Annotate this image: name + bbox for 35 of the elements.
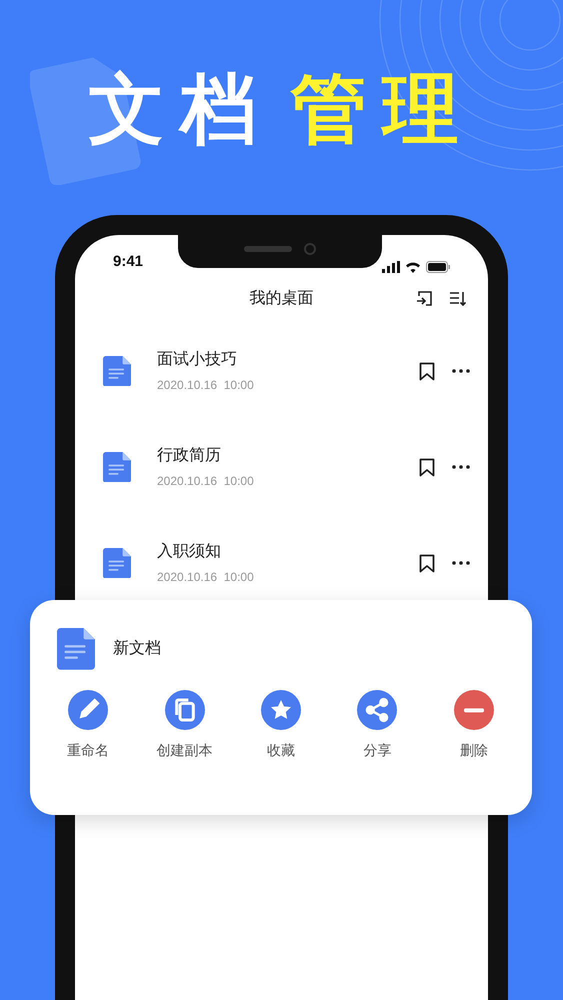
document-date: 2020.10.16 10:00 — [157, 377, 255, 394]
document-name: 面试小技巧 — [157, 350, 238, 370]
bookmark-icon[interactable] — [419, 554, 435, 572]
bookmark-icon[interactable] — [419, 362, 435, 380]
document-icon — [57, 628, 95, 670]
document-item[interactable]: 面试小技巧 2020.10.16 10:00 — [75, 323, 488, 419]
more-icon[interactable] — [452, 465, 470, 469]
more-icon[interactable] — [452, 561, 470, 565]
bookmark-icon[interactable] — [419, 458, 435, 476]
document-item[interactable]: 行政简历 2020.10.16 10:00 — [75, 419, 488, 515]
import-icon — [416, 290, 434, 308]
battery-icon — [426, 261, 450, 273]
action-button[interactable]: 创建副本 — [136, 690, 233, 761]
document-name: 行政简历 — [157, 446, 222, 466]
action-button[interactable]: 分享 — [329, 690, 426, 761]
document-date: 2020.10.16 10:00 — [157, 569, 255, 586]
action-button[interactable]: 收藏 — [232, 690, 330, 761]
action-button[interactable]: 删除 — [426, 690, 522, 761]
wifi-icon — [405, 261, 421, 273]
document-name: 新文档 — [113, 638, 161, 659]
signal-icon — [382, 261, 400, 273]
action-button[interactable]: 重命名 — [40, 690, 136, 761]
document-icon — [103, 548, 131, 578]
document-icon — [103, 452, 131, 482]
document-date: 2020.10.16 10:00 — [157, 473, 255, 490]
sort-icon — [448, 290, 466, 308]
more-icon[interactable] — [452, 369, 470, 373]
camera-icon — [304, 243, 316, 255]
speaker-grille — [244, 246, 292, 252]
status-time: 9:41 — [113, 252, 144, 272]
document-icon — [103, 356, 131, 386]
screen-title: 我的桌面 — [250, 288, 314, 309]
headline-text: 管理 — [290, 72, 474, 148]
headline-text: 文档 — [88, 72, 272, 148]
document-name: 入职须知 — [157, 542, 222, 562]
